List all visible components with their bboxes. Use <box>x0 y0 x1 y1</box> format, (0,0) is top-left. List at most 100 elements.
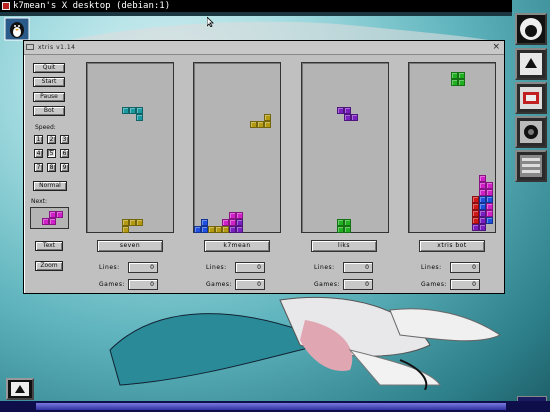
board-block <box>344 219 351 226</box>
lines-label: Lines: <box>314 264 335 271</box>
lines-value: 0 <box>343 262 373 273</box>
board-block <box>257 121 264 128</box>
bot-button[interactable]: Bot <box>33 106 65 116</box>
taskbar <box>0 401 550 412</box>
board-block <box>222 219 229 226</box>
next-block <box>49 211 56 218</box>
speed-9[interactable]: 9 <box>60 163 69 172</box>
board-block <box>236 212 243 219</box>
board-block <box>236 219 243 226</box>
dock-app-icon[interactable] <box>515 48 547 80</box>
speed-1[interactable]: 1 <box>34 135 43 144</box>
board-block <box>479 210 486 217</box>
game-board <box>301 62 389 233</box>
board-block <box>208 226 215 233</box>
board-block <box>472 224 479 231</box>
board-block <box>458 72 465 79</box>
board-block <box>479 224 486 231</box>
board-block <box>479 182 486 189</box>
games-value: 0 <box>235 279 265 290</box>
board-block <box>479 196 486 203</box>
mouse-pointer-icon <box>206 12 215 31</box>
player-name: k7mean <box>204 240 270 252</box>
board-block <box>344 226 351 233</box>
games-value: 0 <box>343 279 373 290</box>
lines-label: Lines: <box>421 264 442 271</box>
speed-3[interactable]: 3 <box>60 135 69 144</box>
board-block <box>472 196 479 203</box>
board-block <box>201 226 208 233</box>
board-block <box>479 175 486 182</box>
board-block <box>486 189 493 196</box>
next-label: Next: <box>31 198 47 205</box>
taskbar-strip <box>36 403 506 410</box>
terminal-strip <box>0 12 512 16</box>
games-value: 0 <box>128 279 158 290</box>
lines-value: 0 <box>235 262 265 273</box>
game-board <box>86 62 174 233</box>
speed-5[interactable]: 5 <box>47 149 56 158</box>
board-block <box>201 219 208 226</box>
board-block <box>129 107 136 114</box>
board-block <box>264 114 271 121</box>
wallpaper-top-shape <box>60 16 500 42</box>
board-block <box>136 107 143 114</box>
board-block <box>194 226 201 233</box>
lines-value: 0 <box>128 262 158 273</box>
desktop-penguin-icon[interactable] <box>4 17 30 41</box>
xtris-window: xtris v1.14 × Quit Start Pause Bot Speed… <box>23 40 505 294</box>
board-block <box>236 226 243 233</box>
text-button[interactable]: Text <box>35 241 63 251</box>
dock-app-icon[interactable] <box>515 82 547 114</box>
games-label: Games: <box>421 281 448 288</box>
board-block <box>136 219 143 226</box>
speed-8[interactable]: 8 <box>47 163 56 172</box>
board-block <box>337 107 344 114</box>
player-name: seven <box>97 240 163 252</box>
window-title-bar[interactable]: xtris v1.14 × <box>24 41 504 55</box>
board-block <box>215 226 222 233</box>
next-block <box>56 211 63 218</box>
board-block <box>472 203 479 210</box>
board-block <box>122 226 129 233</box>
speed-label: Speed: <box>35 124 56 131</box>
player-name: xtris bot <box>419 240 485 252</box>
player-name: liks <box>311 240 377 252</box>
board-block <box>337 219 344 226</box>
desktop-bottom-icon[interactable] <box>6 378 34 400</box>
board-block <box>344 107 351 114</box>
terminal-title: k7mean's X desktop (debian:1) <box>13 1 171 11</box>
start-button[interactable]: Start <box>33 77 65 87</box>
games-label: Games: <box>99 281 126 288</box>
board-block <box>129 219 136 226</box>
speed-4[interactable]: 4 <box>34 149 43 158</box>
board-block <box>122 107 129 114</box>
lines-label: Lines: <box>99 264 120 271</box>
games-value: 0 <box>450 279 480 290</box>
board-block <box>344 114 351 121</box>
normal-button[interactable]: Normal <box>33 181 67 191</box>
board-block <box>486 196 493 203</box>
dock-app-icon[interactable] <box>515 13 547 45</box>
speed-2[interactable]: 2 <box>47 135 56 144</box>
dock-app-icon[interactable] <box>515 116 547 148</box>
terminal-title-bar[interactable]: k7mean's X desktop (debian:1) <box>0 0 512 12</box>
terminal-icon <box>2 2 10 10</box>
pause-button[interactable]: Pause <box>33 92 65 102</box>
quit-button[interactable]: Quit <box>33 63 65 73</box>
speed-6[interactable]: 6 <box>60 149 69 158</box>
board-block <box>479 189 486 196</box>
dock-app-icon[interactable] <box>515 150 547 182</box>
board-block <box>264 121 271 128</box>
speed-7[interactable]: 7 <box>34 163 43 172</box>
board-block <box>451 72 458 79</box>
close-icon[interactable]: × <box>492 42 500 53</box>
menu-icon[interactable] <box>26 44 34 50</box>
board-block <box>222 226 229 233</box>
lines-label: Lines: <box>206 264 227 271</box>
board-block <box>458 79 465 86</box>
board-block <box>486 182 493 189</box>
next-block <box>42 218 49 225</box>
zoom-button[interactable]: Zoom <box>35 261 63 271</box>
window-title: xtris v1.14 <box>38 44 76 51</box>
